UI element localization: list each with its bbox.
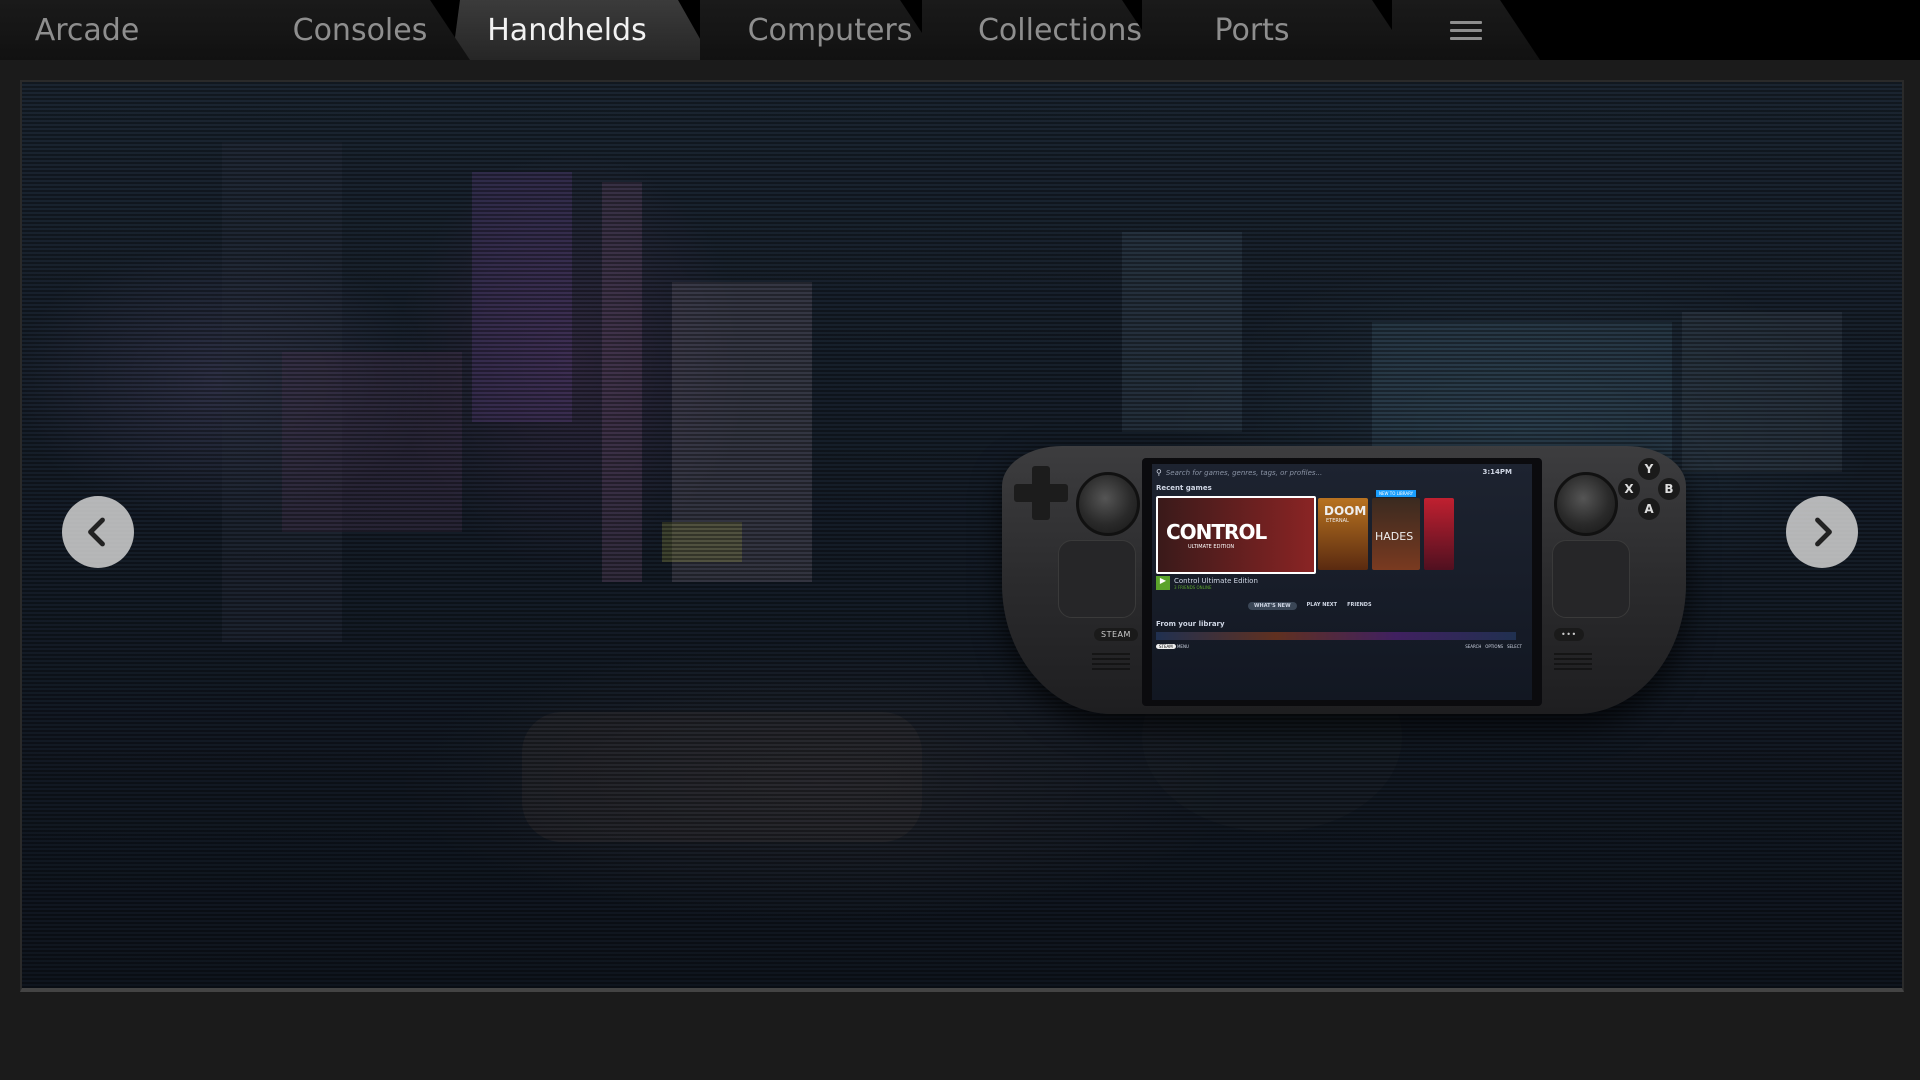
tab-handhelds[interactable]: Handhelds — [452, 0, 712, 60]
hades-title: HADES — [1375, 530, 1414, 543]
screen-tab: WHAT'S NEW — [1248, 602, 1297, 610]
now-playing-row: ▶ Control Ultimate Edition 3 FRIENDS ONL… — [1156, 576, 1258, 590]
tab-label: Ports — [1214, 12, 1290, 48]
left-thumbstick — [1076, 472, 1140, 536]
screen-tab: PLAY NEXT — [1306, 602, 1338, 608]
featured-game-tile: CONTROL ULTIMATE EDITION — [1156, 496, 1316, 574]
screen-tabs: WHAT'S NEW PLAY NEXT FRIENDS — [1248, 602, 1372, 610]
screen-search-placeholder: Search for games, genres, tags, or profi… — [1165, 468, 1323, 477]
dpad-icon — [1014, 466, 1068, 520]
carousel-prev-button[interactable] — [62, 496, 134, 568]
chevron-right-icon — [1815, 517, 1832, 547]
new-to-library-badge: NEW TO LIBRARY — [1376, 490, 1417, 497]
left-speaker-grill — [1092, 652, 1130, 670]
b-button: B — [1658, 478, 1680, 500]
tab-label: Computers — [747, 12, 913, 48]
screen-recent-heading: Recent games — [1156, 484, 1212, 492]
right-thumbstick — [1554, 472, 1618, 536]
search-icon: ⚲ — [1156, 468, 1162, 477]
device-screen: ⚲ Search for games, genres, tags, or pro… — [1142, 458, 1542, 706]
doom-title: DOOM — [1324, 504, 1367, 518]
tab-ports[interactable]: Ports — [1142, 0, 1412, 60]
screen-footer: STEAM MENU SEARCH OPTIONS SELECT — [1156, 644, 1522, 649]
now-playing-title: Control Ultimate Edition — [1174, 576, 1258, 585]
category-tab-bar: Arcade Consoles Handhelds Computers Coll… — [0, 0, 1920, 62]
menu-tab[interactable] — [1392, 0, 1540, 60]
play-icon: ▶ — [1156, 576, 1170, 590]
tab-arcade[interactable]: Arcade — [0, 0, 270, 60]
screen-tab: FRIENDS — [1347, 602, 1372, 608]
tab-label: Handhelds — [487, 12, 647, 48]
left-trackpad — [1058, 540, 1136, 618]
doom-tile: DOOM ETERNAL — [1318, 498, 1368, 570]
y-button: Y — [1638, 458, 1660, 480]
footer-menu: MENU — [1176, 644, 1189, 649]
now-playing-sub: 3 FRIENDS ONLINE — [1174, 584, 1212, 590]
hades-tile: HADES — [1372, 498, 1420, 570]
bottom-bar — [0, 994, 1920, 1080]
hamburger-icon — [1450, 16, 1482, 45]
screen-library-heading: From your library — [1156, 620, 1225, 628]
screen-clock: 3:14PM — [1482, 468, 1512, 476]
featured-title: CONTROL — [1166, 520, 1267, 544]
footer-select: SELECT — [1506, 644, 1522, 649]
tab-collections[interactable]: Collections — [922, 0, 1162, 60]
tab-label: Collections — [977, 12, 1143, 48]
featured-subtitle: ULTIMATE EDITION — [1188, 544, 1235, 550]
footer-options: OPTIONS — [1485, 644, 1504, 649]
quick-access-button: ••• — [1554, 628, 1584, 641]
footer-search: SEARCH — [1465, 644, 1482, 649]
game-tile-partial — [1424, 498, 1454, 570]
chevron-left-icon — [88, 517, 105, 547]
handheld-device-image: STEAM Y X B A ••• ⚲ Search for games, ge… — [1002, 446, 1686, 714]
right-speaker-grill — [1554, 652, 1592, 670]
doom-subtitle: ETERNAL — [1326, 518, 1349, 524]
tab-consoles[interactable]: Consoles — [230, 0, 470, 60]
x-button: X — [1618, 478, 1640, 500]
steam-button: STEAM — [1094, 628, 1138, 641]
tab-computers[interactable]: Computers — [700, 0, 940, 60]
footer-steam: STEAM — [1156, 644, 1176, 649]
library-strip — [1156, 632, 1516, 640]
carousel-next-button[interactable] — [1786, 496, 1858, 568]
tab-label: Consoles — [292, 12, 428, 48]
a-button: A — [1638, 498, 1660, 520]
right-trackpad — [1552, 540, 1630, 618]
tab-label: Arcade — [34, 12, 140, 48]
